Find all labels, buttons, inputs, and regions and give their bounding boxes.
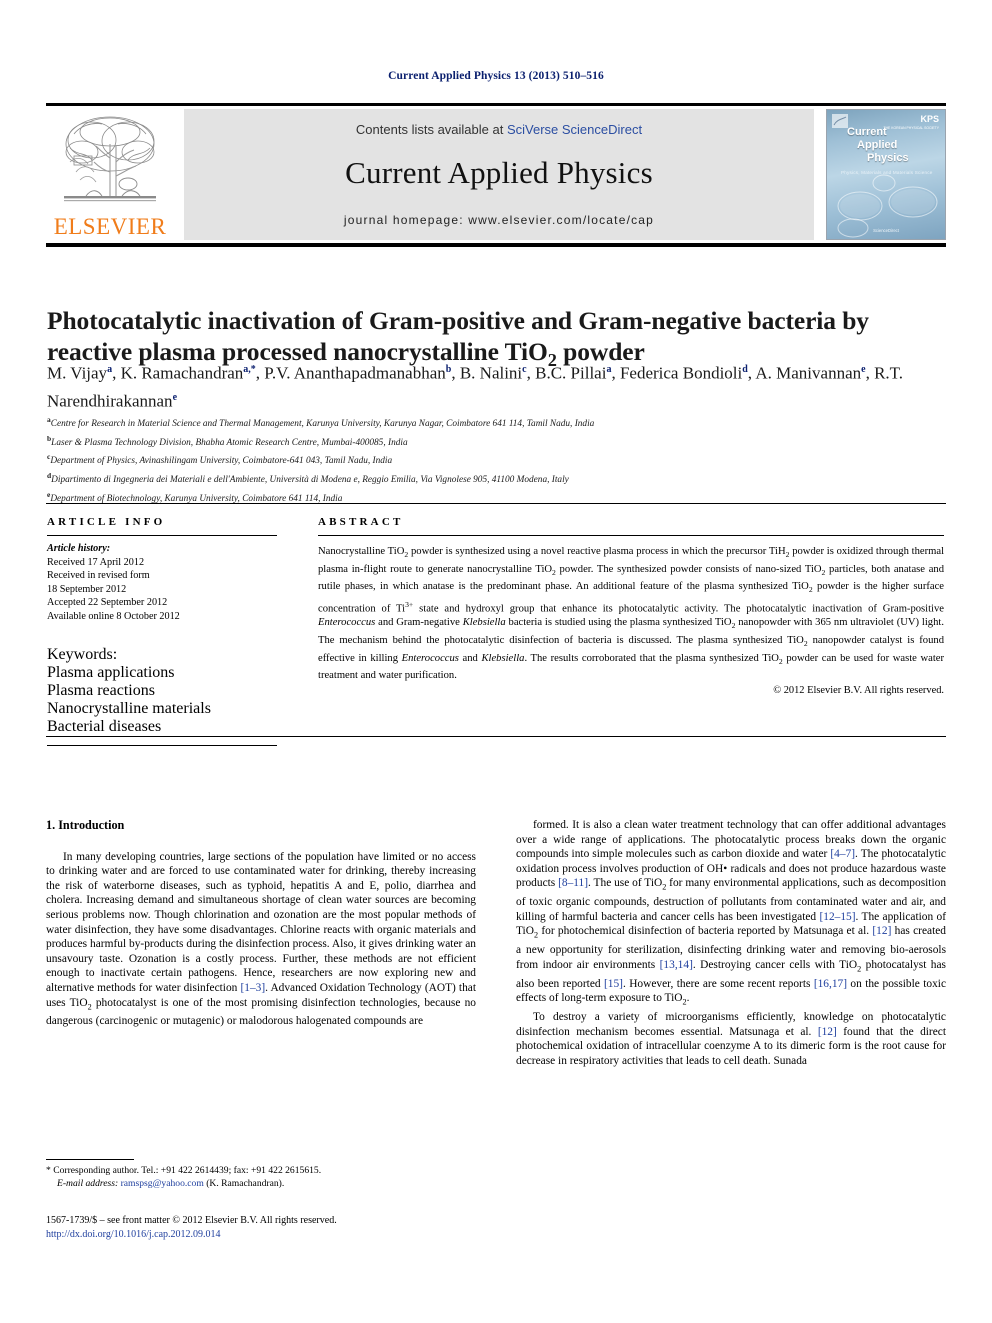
article-history-item: Received in revised form	[47, 570, 150, 582]
affiliation-item: cDepartment of Physics, Avinashilingam U…	[47, 450, 942, 469]
author-name: P.V. Ananthapadmanabhan	[264, 363, 446, 383]
elsevier-logo[interactable]: ELSEVIER	[46, 106, 174, 243]
keyword-item: Nanocrystalline materials	[47, 699, 211, 717]
author-affiliation-mark: a,*	[243, 364, 256, 375]
author-name: Federica Bondioli	[619, 363, 743, 383]
author-name: A. Manivannan	[755, 363, 862, 383]
elsevier-tree-icon	[58, 110, 162, 214]
abstract-column: ABSTRACT Nanocrystalline TiO2 powder is …	[318, 516, 944, 696]
author-name: B.C. Pillai	[535, 363, 607, 383]
author-affiliation-mark: b	[445, 364, 452, 375]
keywords-block: Keywords: Plasma applications Plasma reac…	[47, 646, 277, 736]
affiliation-text: Laser & Plasma Technology Division, Bhab…	[51, 437, 408, 448]
body-column-left: 1. Introduction In many developing count…	[46, 818, 476, 1029]
affiliation-list: aCentre for Research in Material Science…	[47, 413, 942, 506]
abstract-copyright: © 2012 Elsevier B.V. All rights reserved…	[773, 685, 944, 697]
author-name: B. Nalini	[459, 363, 523, 383]
journal-title: Current Applied Physics	[345, 155, 653, 190]
cover-footer: ScienceDirect	[873, 228, 899, 233]
intro-paragraph-left: In many developing countries, large sect…	[46, 850, 476, 1028]
author-affiliation-mark: a	[606, 364, 612, 375]
intro-paragraph-right-1: formed. It is also a clean water treatme…	[516, 819, 947, 1007]
corresponding-author-note: * Corresponding author. Tel.: +91 422 26…	[46, 1165, 322, 1176]
section-heading-introduction: 1. Introduction	[46, 818, 125, 832]
citation-link[interactable]: [15]	[604, 978, 623, 990]
author-affiliation-mark: a	[107, 364, 113, 375]
article-info-heading: ARTICLE INFO	[47, 516, 166, 528]
affiliation-item: bLaser & Plasma Technology Division, Bha…	[47, 432, 942, 451]
abstract-text: Nanocrystalline TiO2 powder is synthesiz…	[318, 546, 945, 682]
citation-link[interactable]: [8–11]	[558, 877, 588, 889]
journal-homepage[interactable]: journal homepage: www.elsevier.com/locat…	[184, 213, 814, 227]
citation-link[interactable]: [12–15]	[819, 911, 855, 923]
citation-link[interactable]: [12]	[872, 925, 891, 937]
affiliation-text: Centre for Research in Material Science …	[50, 419, 595, 430]
author-affiliation-mark: e	[172, 391, 178, 403]
article-info-rule	[47, 535, 277, 536]
citation-link[interactable]: [1–3]	[240, 982, 265, 994]
email-label: E-mail address:	[57, 1178, 119, 1189]
author-name: M. Vijay	[47, 363, 108, 383]
cover-bubbles-graphic	[837, 174, 938, 238]
author-affiliation-mark: e	[861, 364, 866, 375]
abstract-rule	[318, 535, 944, 536]
affiliation-text: Department of Physics, Avinashilingam Un…	[50, 456, 393, 467]
body-column-right: formed. It is also a clean water treatme…	[516, 818, 946, 1069]
issn-line: 1567-1739/$ – see front matter © 2012 El…	[46, 1215, 337, 1226]
citation-link[interactable]: [13,14]	[660, 959, 693, 971]
author-affiliation-mark: c	[522, 364, 527, 375]
author-name: K. Ramachandran	[120, 363, 244, 383]
article-history-item: Received 17 April 2012	[47, 556, 145, 568]
intro-paragraph-right-2: To destroy a variety of microorganisms e…	[516, 1011, 946, 1068]
keywords-label: Keywords:	[47, 645, 118, 663]
email-owner: (K. Ramachandran).	[206, 1178, 285, 1189]
contents-prefix: Contents lists available at	[355, 122, 507, 137]
author-list: M. Vijaya, K. Ramachandrana,*, P.V. Anan…	[47, 363, 904, 411]
citation-link[interactable]: [16,17]	[814, 978, 847, 990]
contents-list-line: Contents lists available at SciVerse Sci…	[184, 109, 814, 137]
article-info-column: ARTICLE INFO Article history: Received 1…	[47, 516, 277, 746]
colophon: 1567-1739/$ – see front matter © 2012 El…	[46, 1214, 516, 1242]
keywords-lines: Plasma applications Plasma reactions Nanoc…	[47, 664, 277, 736]
keyword-item: Plasma reactions	[47, 681, 155, 699]
citation-link[interactable]: [4–7]	[830, 848, 855, 860]
affiliation-item: dDipartimento di Ingegneria dei Material…	[47, 469, 942, 488]
journal-masthead: ELSEVIER Contents lists available at Sci…	[46, 103, 946, 247]
article-history-block: Article history: Received 17 April 2012 R…	[47, 542, 277, 624]
keyword-item: Bacterial diseases	[47, 717, 162, 735]
affiliation-item: aCentre for Research in Material Science…	[47, 413, 942, 432]
citation-link[interactable]: [12]	[818, 1026, 837, 1038]
email-link[interactable]: ramspsg@yahoo.com	[121, 1178, 204, 1189]
article-history-item: Accepted 22 September 2012	[47, 597, 168, 609]
keywords-rule	[47, 744, 277, 746]
doi-link[interactable]: http://dx.doi.org/10.1016/j.cap.2012.09.…	[46, 1228, 516, 1242]
abstract-heading: ABSTRACT	[318, 516, 404, 528]
article-first-page: Current Applied Physics 13 (2013) 510–51…	[0, 0, 992, 1323]
email-note: E-mail address: ramspsg@yahoo.com (K. Ra…	[46, 1177, 476, 1190]
article-history-item: Available online 8 October 2012	[47, 610, 180, 622]
running-head: Current Applied Physics 13 (2013) 510–51…	[388, 70, 604, 82]
article-history-label: Article history:	[47, 543, 111, 554]
journal-cover-thumbnail[interactable]: KPS THE KOREAN PHYSICAL SOCIETY Current …	[826, 109, 946, 240]
footnote-block: * Corresponding author. Tel.: +91 422 26…	[46, 1164, 476, 1190]
author-affiliation-mark: d	[742, 364, 748, 375]
affiliation-text: Dipartimento di Ingegneria dei Materiali…	[51, 475, 569, 486]
info-abstract-band: ARTICLE INFO Article history: Received 1…	[46, 503, 946, 746]
keyword-item: Plasma applications	[47, 663, 175, 681]
article-history-lines: Received 17 April 2012 Received in revise…	[47, 556, 277, 624]
sciencedirect-link[interactable]: SciVerse ScienceDirect	[507, 122, 642, 137]
masthead-center-panel: Contents lists available at SciVerse Sci…	[184, 109, 814, 240]
footnote-rule	[46, 1159, 134, 1160]
elsevier-wordmark: ELSEVIER	[53, 214, 167, 239]
article-history-item: 18 September 2012	[47, 583, 127, 595]
